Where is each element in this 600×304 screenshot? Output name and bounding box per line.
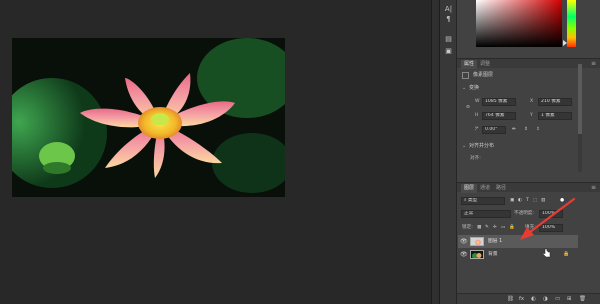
align-header: 对齐并分布	[469, 143, 495, 149]
layers-footer: ⛓ fx ◐ ◑ ▭ ⊞ 🗑	[457, 293, 600, 304]
visibility-eye-icon[interactable]: 👁	[460, 251, 468, 258]
layer-row-background[interactable]: 👁 背景 🔒	[458, 248, 578, 261]
angle-input[interactable]: 0.00°	[482, 126, 506, 134]
hue-slider[interactable]	[567, 0, 576, 47]
layer-lock-icon[interactable]: 🔒	[563, 251, 569, 258]
properties-scroll-thumb[interactable]	[578, 64, 582, 134]
align-sub-label: 对齐:	[470, 156, 481, 161]
tab-channels[interactable]: 通道	[477, 184, 493, 193]
tab-adjustments[interactable]: 调整	[477, 60, 493, 69]
layers-menu-icon[interactable]: ≡	[591, 184, 596, 192]
tool-strip: A| ¶ ▤ ▣	[440, 0, 457, 304]
flip-horizontal-icon[interactable]: ⇹	[512, 126, 516, 133]
h-label: H	[475, 113, 479, 118]
group-folder-icon[interactable]: ▭	[555, 296, 560, 303]
paragraph-icon[interactable]: ¶	[443, 14, 454, 25]
layer-thumbnail	[470, 237, 484, 246]
tab-paths[interactable]: 路径	[493, 184, 509, 193]
lock-paint-icon[interactable]: ✎	[485, 224, 489, 231]
annotation-arrow-icon	[520, 197, 576, 240]
color-picker-field[interactable]	[476, 0, 562, 47]
link-layers-icon[interactable]: ⛓	[507, 296, 514, 303]
trash-icon[interactable]: 🗑	[579, 296, 586, 303]
flip-both-icon[interactable]: ⇳	[536, 126, 540, 133]
lock-position-icon[interactable]: ✛	[493, 224, 497, 231]
x-label: X	[530, 99, 534, 104]
doc-label: 像素图层	[473, 72, 494, 78]
collapse-arrow-icon[interactable]: ⌄	[462, 85, 466, 92]
panel-menu-icon[interactable]: ≡	[591, 60, 596, 68]
lotus-flower-photo	[12, 38, 285, 197]
tab-layers[interactable]: 图层	[461, 184, 478, 193]
y-label: Y	[530, 113, 533, 118]
adjustment-layer-icon[interactable]: ◑	[543, 296, 548, 303]
hand-cursor-icon	[543, 248, 551, 258]
tab-properties[interactable]: 属性	[461, 60, 478, 69]
lock-pixels-icon[interactable]: ▩	[477, 224, 481, 231]
pixel-layer-icon	[462, 72, 469, 79]
height-input[interactable]: 764 像素	[482, 112, 516, 120]
flip-vertical-icon[interactable]: ⇕	[524, 126, 528, 133]
history-icon[interactable]: ▤	[443, 34, 454, 45]
panel-divider[interactable]	[431, 0, 440, 304]
layers-tabbar: 图层 通道 路径 ≡	[457, 182, 600, 193]
y-input[interactable]: 1 像素	[538, 112, 572, 120]
rotate-icon: ⦢	[475, 127, 479, 132]
fx-icon[interactable]: fx	[519, 296, 524, 303]
hue-marker-icon[interactable]	[563, 40, 567, 46]
add-mask-icon[interactable]: ◐	[531, 296, 536, 303]
visibility-eye-icon[interactable]: 👁	[460, 238, 468, 245]
width-input[interactable]: 1085 像素	[482, 98, 516, 106]
document-image-lotus[interactable]	[12, 38, 285, 197]
filter-kind-label: 类型	[468, 198, 478, 203]
new-layer-icon[interactable]: ⊞	[567, 296, 572, 303]
x-input[interactable]: 210 像素	[538, 98, 572, 106]
filter-kind-select[interactable]: ⌕ 类型	[461, 197, 505, 205]
link-icon[interactable]: ⊝	[466, 104, 470, 111]
w-label: W	[475, 99, 480, 104]
properties-icon[interactable]: ▣	[443, 46, 454, 57]
transform-header: 变换	[469, 85, 480, 91]
layer-name[interactable]: 背景	[488, 251, 498, 258]
layer-thumbnail	[470, 250, 484, 259]
lock-label: 锁定:	[462, 225, 473, 230]
collapse-arrow-icon[interactable]: ⌄	[462, 143, 466, 150]
